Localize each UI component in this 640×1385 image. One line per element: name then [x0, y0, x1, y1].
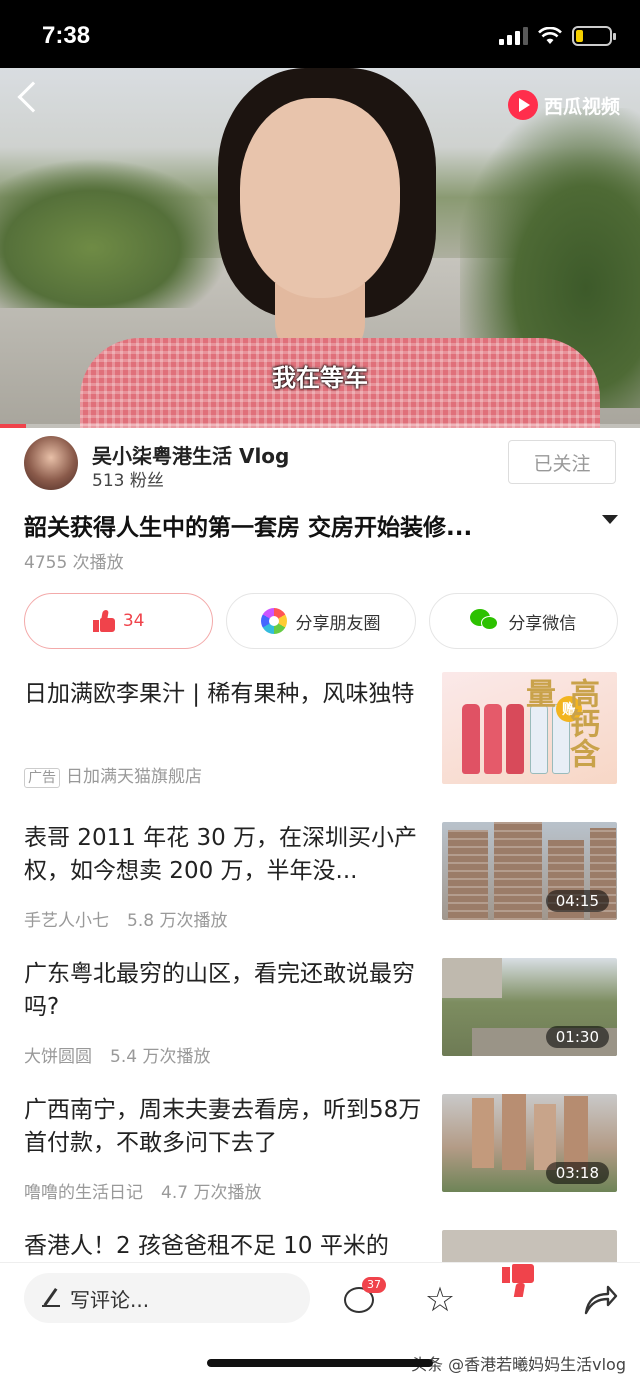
feed-thumbnail — [442, 1230, 617, 1262]
feed-thumbnail: 04:15 — [442, 822, 617, 920]
like-bottom-button[interactable] — [502, 1264, 538, 1317]
comment-input[interactable]: 写评论... — [24, 1273, 310, 1323]
feed-source: 噜噜的生活日记 — [24, 1183, 143, 1203]
watermark: 头条 @香港若曦妈妈生活vlog — [411, 1355, 626, 1374]
share-arrow-icon — [584, 1285, 618, 1315]
wechat-icon — [470, 609, 500, 633]
status-indicators — [499, 26, 616, 46]
status-bar: 7:38 — [0, 0, 640, 68]
action-row: 34 分享朋友圈 分享微信 — [24, 593, 618, 649]
video-subtitle: 我在等车 — [272, 364, 368, 392]
comment-button[interactable]: 37 — [342, 1277, 386, 1317]
video-duration: 04:15 — [545, 890, 609, 912]
list-item[interactable]: 广西南宁，周末夫妻去看房，听到58万首付款，不敢多问下去了 噜噜的生活日记 4.7… — [0, 1094, 640, 1209]
feed-views: 5.8 万次播放 — [127, 911, 228, 931]
feed-meta: 广告 日加满天猫旗舰店 — [24, 762, 202, 788]
pen-icon — [42, 1287, 60, 1307]
home-indicator — [207, 1359, 433, 1367]
xigua-logo: 西瓜视频 — [507, 90, 620, 120]
video-duration: 03:18 — [545, 1162, 609, 1184]
feed-title: 表哥 2011 年花 30 万，在深圳买小产权，如今想卖 200 万，半年没..… — [24, 825, 418, 884]
video-progress-bar[interactable] — [0, 424, 640, 428]
feed-thumbnail: 03:18 — [442, 1094, 617, 1192]
feed-meta: 手艺人小七 5.8 万次播放 — [24, 906, 227, 931]
wifi-icon — [538, 27, 562, 44]
back-chevron-icon[interactable] — [17, 81, 49, 113]
logo-text: 西瓜视频 — [543, 95, 620, 118]
feed-title: 日加满欧李果汁 | 稀有果种，风味独特 — [24, 681, 415, 707]
feed-title: 广东粤北最穷的山区，看完还敢说最穷吗? — [24, 961, 415, 1020]
xigua-logo-icon — [507, 90, 538, 120]
share-button[interactable] — [582, 1283, 618, 1317]
video-progress-fill — [0, 424, 26, 428]
favorite-button[interactable]: ☆ — [422, 1283, 458, 1317]
battery-icon — [572, 26, 616, 46]
like-button[interactable]: 34 — [24, 593, 214, 649]
feed-title: 香港人！2 孩爸爸租不足 10 平米的 — [24, 1233, 389, 1259]
moments-icon — [261, 608, 288, 634]
thumbs-up-icon — [92, 610, 115, 632]
follow-button[interactable]: 已关注 — [508, 440, 616, 484]
signal-icon — [499, 27, 528, 45]
feed-source: 日加满天猫旗舰店 — [66, 767, 202, 787]
video-duration: 01:30 — [545, 1026, 609, 1048]
comment-count-badge: 37 — [362, 1277, 386, 1293]
feed-meta: 大饼圆圆 5.4 万次播放 — [24, 1042, 210, 1067]
ad-thumb-text: 高钙含量 — [520, 678, 599, 768]
bottom-bar: 写评论... 37 ☆ 头条 @香港若曦妈妈生活vlog — [0, 1262, 640, 1385]
video-person — [240, 98, 400, 298]
feed-meta: 噜噜的生活日记 4.7 万次播放 — [24, 1178, 261, 1203]
author-name[interactable]: 吴小柒粤港生活 Vlog — [92, 440, 289, 469]
video-title: 韶关获得人生中的第一套房 交房开始装修... — [24, 515, 473, 541]
feed-source: 大饼圆圆 — [24, 1047, 92, 1067]
author-row: 吴小柒粤港生活 Vlog 513 粉丝 已关注 — [0, 430, 640, 496]
status-time: 7:38 — [42, 22, 91, 49]
expand-arrow-icon[interactable] — [602, 515, 618, 524]
play-count: 4755 次播放 — [24, 553, 124, 573]
share-wechat-button[interactable]: 分享微信 — [428, 593, 618, 649]
feed-views: 5.4 万次播放 — [110, 1047, 211, 1067]
like-count: 34 — [122, 611, 145, 631]
feed-title: 广西南宁，周末夫妻去看房，听到58万首付款，不敢多问下去了 — [24, 1097, 422, 1156]
share-moments-label: 分享朋友圈 — [295, 613, 381, 634]
ad-tag: 广告 — [24, 768, 60, 788]
feed-thumbnail: 赠 高钙含量 — [442, 672, 617, 784]
star-icon: ☆ — [424, 1280, 456, 1320]
feed-views: 4.7 万次播放 — [161, 1183, 262, 1203]
share-wechat-label: 分享微信 — [508, 613, 577, 634]
avatar[interactable] — [24, 436, 78, 490]
feed-thumbnail: 01:30 — [442, 958, 617, 1056]
video-player[interactable]: 西瓜视频 我在等车 — [0, 68, 640, 428]
comment-placeholder: 写评论... — [70, 1287, 150, 1312]
feed-source: 手艺人小七 — [24, 911, 109, 931]
list-item[interactable]: 广东粤北最穷的山区，看完还敢说最穷吗? 大饼圆圆 5.4 万次播放 01:30 — [0, 958, 640, 1073]
list-item[interactable]: 香港人！2 孩爸爸租不足 10 平米的 — [0, 1230, 640, 1262]
list-item[interactable]: 表哥 2011 年花 30 万，在深圳买小产权，如今想卖 200 万，半年没..… — [0, 822, 640, 937]
list-item[interactable]: 日加满欧李果汁 | 稀有果种，风味独特 广告 日加满天猫旗舰店 赠 高钙含量 — [0, 672, 640, 793]
author-fans: 513 粉丝 — [92, 471, 164, 491]
share-moments-button[interactable]: 分享朋友圈 — [226, 593, 416, 649]
